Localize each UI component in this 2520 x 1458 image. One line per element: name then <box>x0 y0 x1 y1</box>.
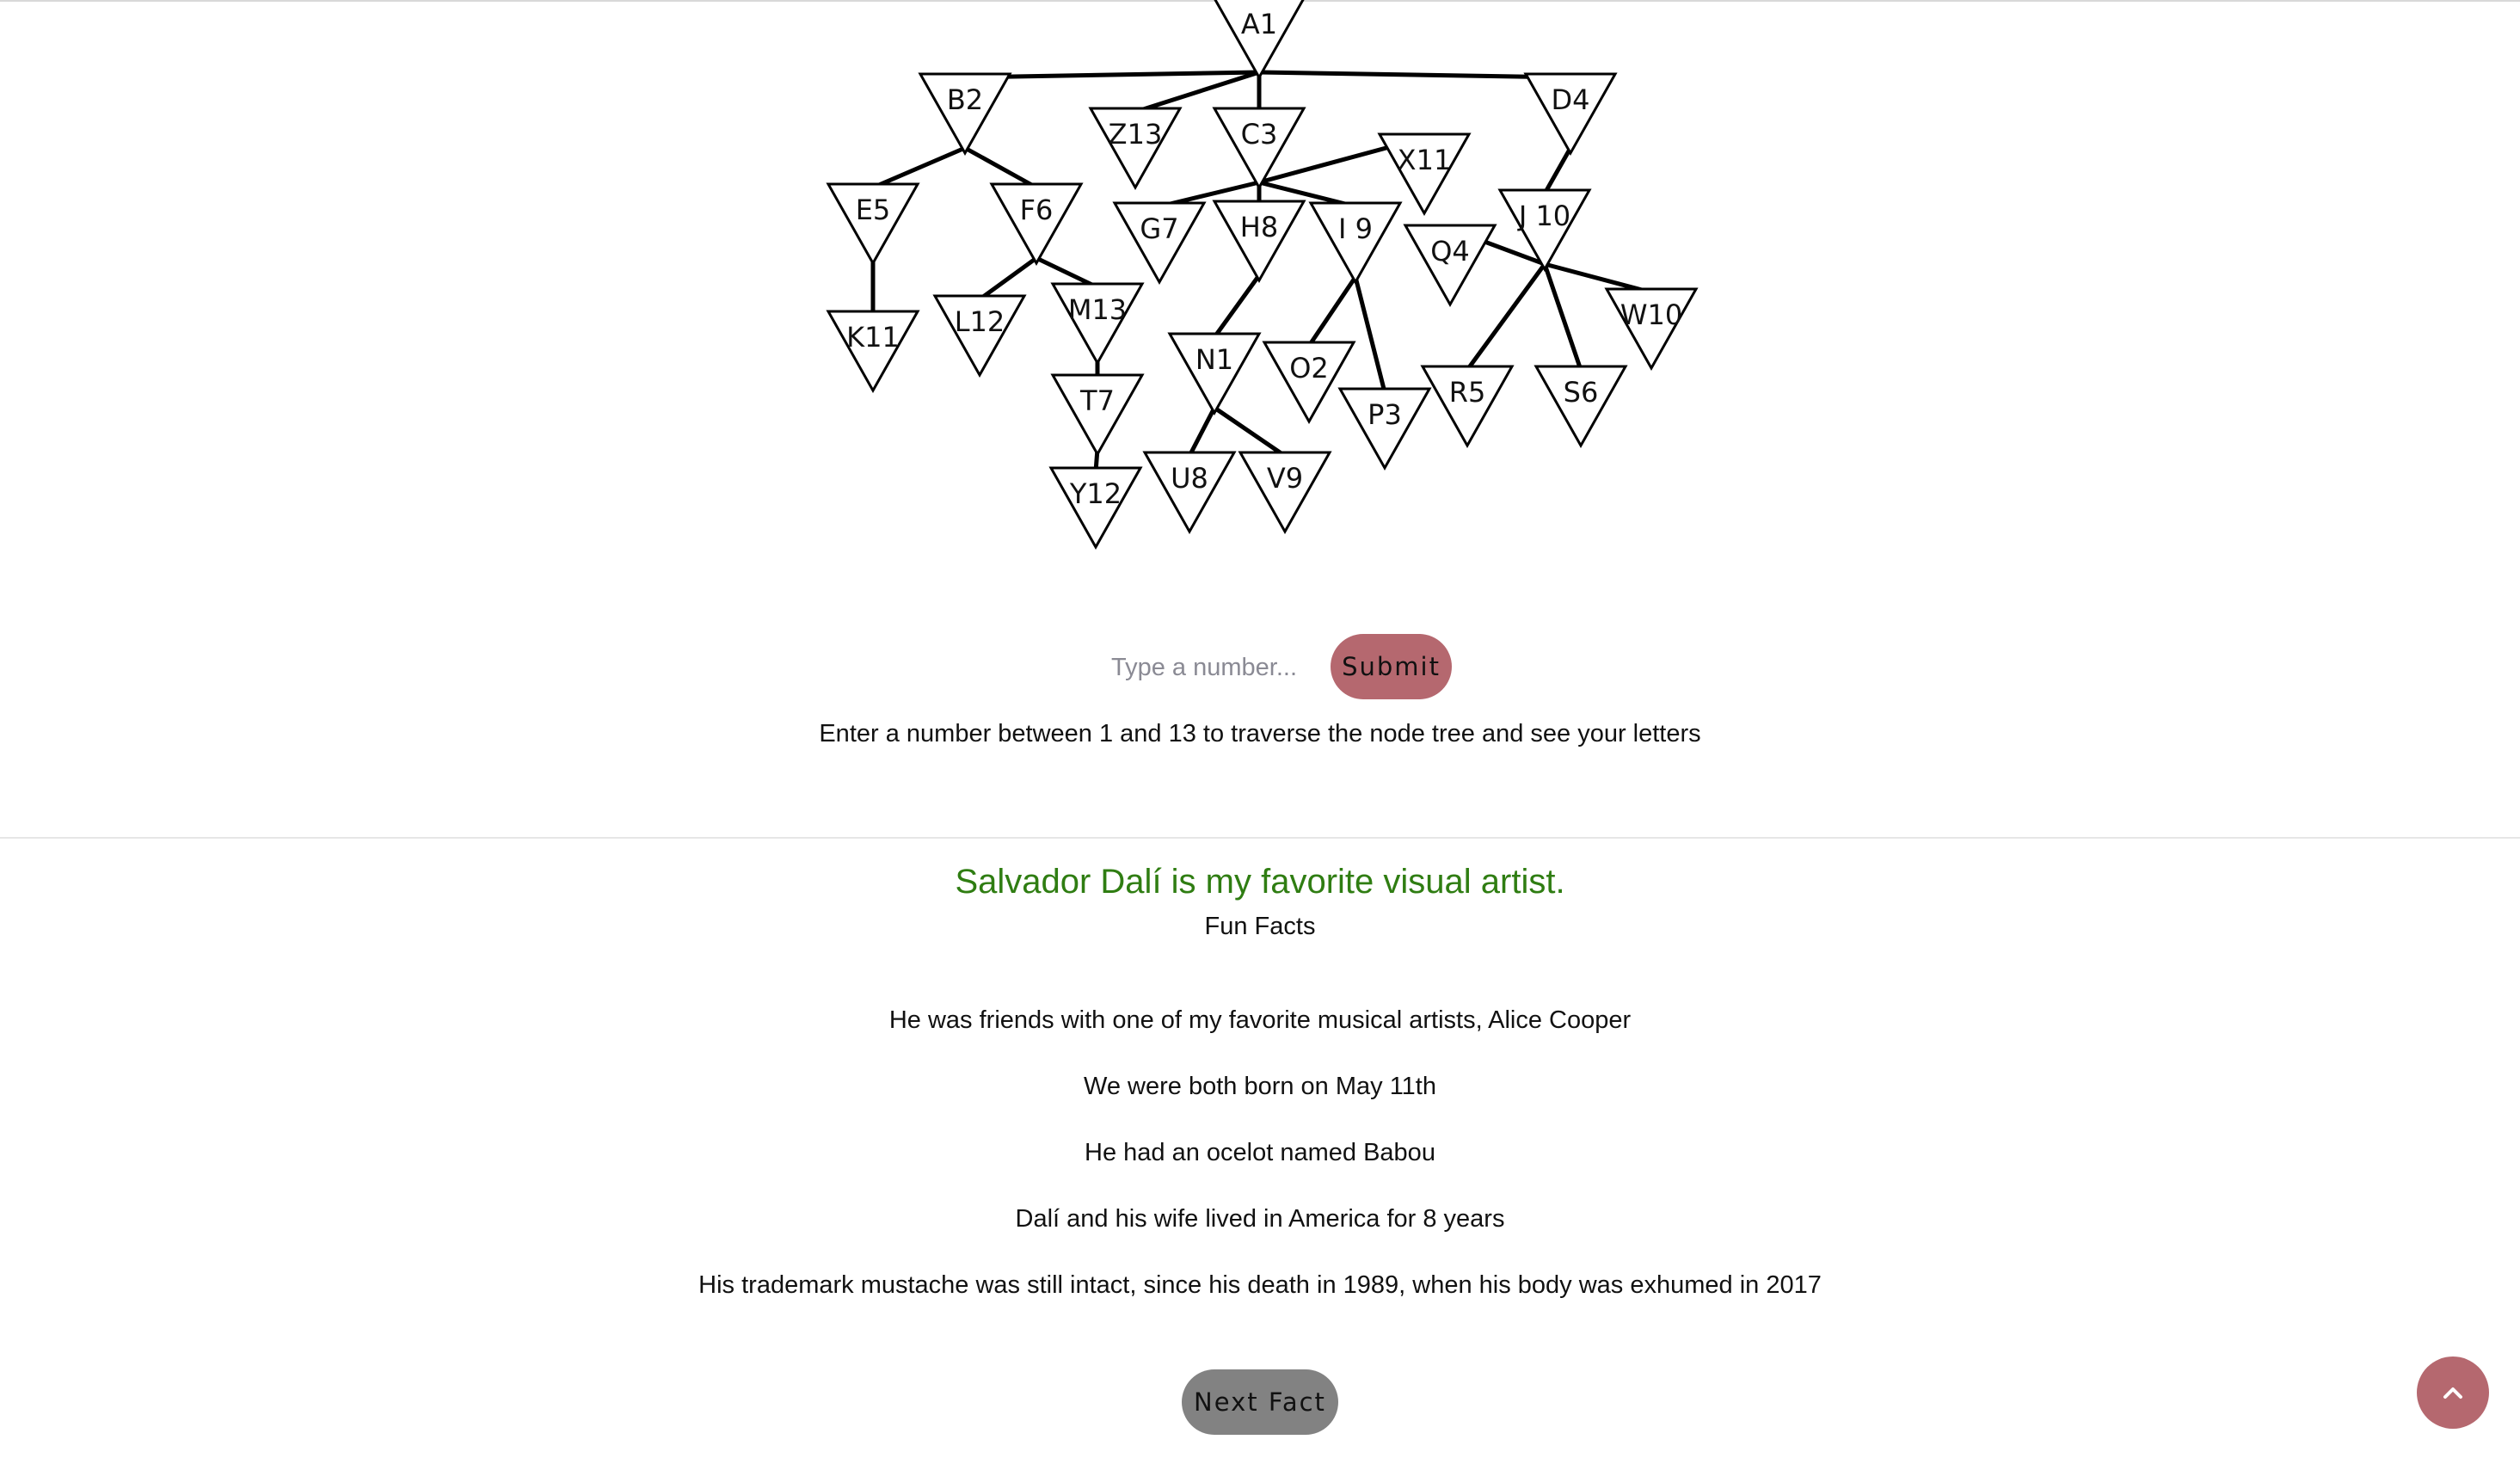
tree-node-V9: V9 <box>1238 451 1332 535</box>
node-label: U8 <box>1171 462 1208 495</box>
tree-edge-N1-V9 <box>1212 405 1288 458</box>
tree-edge-A1-Z13 <box>1133 70 1262 114</box>
tree-node-F6: F6 <box>989 182 1084 267</box>
tree-node-H8: H8 <box>1212 200 1306 284</box>
node-label: W10 <box>1620 298 1682 331</box>
next-fact-button[interactable]: Next Fact <box>1182 1369 1338 1435</box>
node-label: O2 <box>1289 352 1329 384</box>
tree-node-B2: B2 <box>918 72 1012 157</box>
node-tree: A1 B2 Z13 C3 D4 X11 E5 F6 G7 H8 I 9 J 10 Q4 W10 K11 L12… <box>826 0 1699 551</box>
node-label: C3 <box>1241 118 1278 151</box>
node-label: S6 <box>1564 376 1599 409</box>
node-label: N1 <box>1195 343 1233 376</box>
tree-node-A1: A1 <box>1214 0 1305 81</box>
node-label: P3 <box>1368 398 1402 431</box>
tree-node-L12: L12 <box>932 294 1027 378</box>
node-label: D4 <box>1552 83 1590 116</box>
tree-edge-H8-N1 <box>1212 273 1262 340</box>
tree-node-M13: M13 <box>1050 282 1145 366</box>
node-label: I 9 <box>1338 212 1373 245</box>
tree-edge-B2-F6 <box>962 145 1039 190</box>
tree-node-Z13: Z13 <box>1088 107 1183 191</box>
node-label: K11 <box>846 321 900 354</box>
submit-button[interactable]: Submit <box>1331 634 1452 699</box>
node-label: J 10 <box>1517 200 1570 232</box>
tree-node-N1: N1 <box>1167 332 1262 416</box>
node-label: Z13 <box>1109 118 1163 151</box>
tree-node-G7: G7 <box>1112 201 1207 286</box>
tree-node-O2: O2 <box>1262 341 1356 425</box>
fact-item: We were both born on May 11th <box>1084 1073 1436 1100</box>
fact-item: His trademark mustache was still intact,… <box>698 1271 1822 1299</box>
node-label: F6 <box>1020 194 1054 226</box>
node-label: L12 <box>955 305 1005 338</box>
tree-edge-I9-P3 <box>1353 274 1387 395</box>
node-label: R5 <box>1449 376 1486 409</box>
artist-heading: Salvador Dalí is my favorite visual arti… <box>955 863 1565 901</box>
tree-node-X11: X11 <box>1377 132 1472 217</box>
node-label: E5 <box>856 194 891 226</box>
tree-node-S6: S6 <box>1534 365 1628 449</box>
number-input[interactable] <box>1092 643 1316 692</box>
chevron-up-icon <box>2443 1387 2462 1399</box>
tree-node-R5: R5 <box>1420 365 1515 449</box>
tree-node-I9: I 9 <box>1308 201 1403 286</box>
fact-item: He had an ocelot named Babou <box>1085 1139 1435 1166</box>
tree-node-E5: E5 <box>826 182 920 267</box>
tree-node-W10: W10 <box>1604 287 1699 372</box>
tree-node-J10: J 10 <box>1497 188 1592 273</box>
node-label: T7 <box>1079 384 1115 417</box>
tree-edge-N1-U8 <box>1187 405 1217 458</box>
fun-facts-label: Fun Facts <box>1204 913 1316 940</box>
node-label: Y12 <box>1069 477 1122 510</box>
tree-edge-J10-R5 <box>1465 261 1547 372</box>
node-label: M13 <box>1068 293 1127 326</box>
node-label: G7 <box>1140 212 1178 245</box>
instruction-text: Enter a number between 1 and 13 to trave… <box>819 720 1701 747</box>
facts-list: He was friends with one of my favorite m… <box>0 1001 2520 1332</box>
fact-item: He was friends with one of my favorite m… <box>888 1006 1632 1034</box>
tree-node-P3: P3 <box>1337 387 1432 471</box>
tree-node-Y12: Y12 <box>1048 466 1143 551</box>
tree-node-T7: T7 <box>1050 373 1145 458</box>
node-label: B2 <box>947 83 983 116</box>
node-label: X11 <box>1398 144 1452 176</box>
tree-node-D4: D4 <box>1523 72 1618 157</box>
section-divider <box>0 837 2520 839</box>
scroll-to-top-button[interactable] <box>2417 1356 2489 1429</box>
tree-node-Q4: Q4 <box>1403 224 1497 308</box>
tree-edge-B2-E5 <box>870 145 968 190</box>
node-label: A1 <box>1241 8 1277 40</box>
node-label: H8 <box>1240 211 1278 243</box>
node-label: Q4 <box>1430 235 1470 268</box>
node-label: V9 <box>1267 462 1303 495</box>
tree-edge-J10-S6 <box>1542 261 1583 372</box>
tree-node-U8: U8 <box>1142 451 1237 535</box>
tree-edge-D4-J10 <box>1542 145 1573 196</box>
fact-item: Dalí and his wife lived in America for 8… <box>1015 1205 1505 1233</box>
tree-edge-F6-L12 <box>977 255 1039 302</box>
tree-edge-I9-O2 <box>1306 274 1358 348</box>
tree-node-K11: K11 <box>826 310 920 394</box>
